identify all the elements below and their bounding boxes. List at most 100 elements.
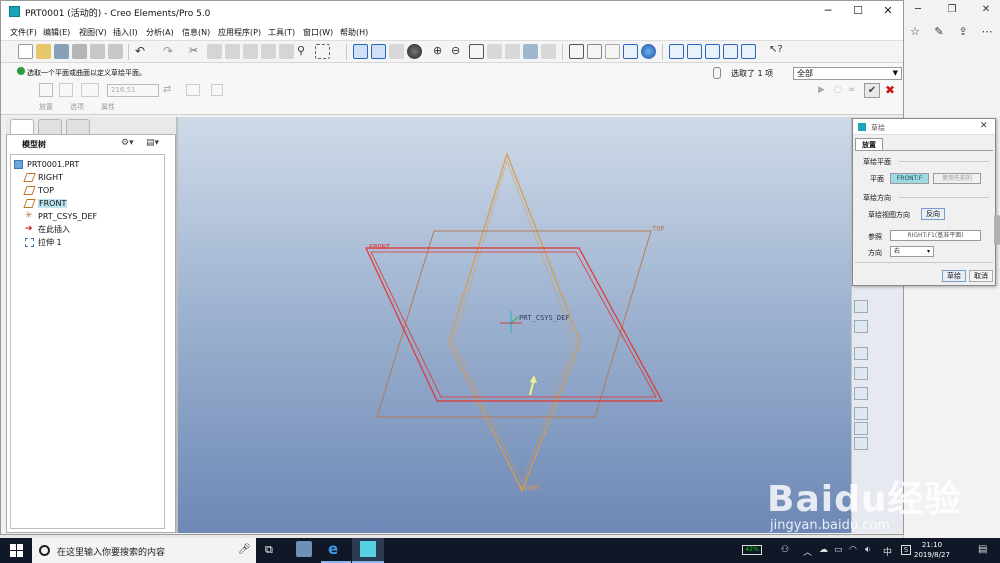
extrude-solid-icon[interactable] [39, 83, 53, 97]
revolve-tool-icon[interactable] [854, 422, 868, 435]
menu-help[interactable]: 帮助(H) [340, 27, 368, 38]
depth-option-icon[interactable] [81, 83, 99, 97]
taskbar-app-icon[interactable] [296, 541, 312, 557]
chamfer-tool-icon[interactable] [854, 407, 868, 420]
wireframe-icon[interactable] [569, 44, 584, 59]
rib-tool-icon[interactable] [854, 347, 868, 360]
microphone-icon[interactable]: 🎤︎ [238, 544, 251, 555]
reorient-icon[interactable] [487, 44, 502, 59]
paste-icon[interactable] [225, 44, 240, 59]
datum-axes-icon[interactable] [687, 44, 702, 59]
tab-options[interactable]: 选项 [70, 102, 84, 112]
battery-indicator[interactable]: 42% [742, 545, 762, 555]
model-tree-tab[interactable] [10, 119, 34, 134]
menu-file[interactable]: 文件(F) [10, 27, 37, 38]
enhanced-realism-icon[interactable] [641, 44, 656, 59]
hole-tool-icon[interactable] [854, 300, 868, 313]
share-icon[interactable]: ⇪ [952, 25, 974, 43]
remove-material-icon[interactable] [186, 84, 200, 96]
paste-special-icon[interactable] [243, 44, 258, 59]
task-view-icon[interactable]: ⧉ [265, 543, 273, 557]
shell-tool-icon[interactable] [854, 320, 868, 333]
favorites-tab[interactable] [66, 119, 90, 134]
no-hidden-icon[interactable] [605, 44, 620, 59]
tray-expand-icon[interactable]: ︿ [803, 545, 812, 558]
menu-view[interactable]: 视图(V) [79, 27, 107, 38]
flip-button[interactable]: 反向 [921, 208, 945, 220]
taskbar-clock[interactable]: 21:10 2019/8/27 [914, 540, 950, 560]
volume-icon[interactable]: 🔉︎ [865, 545, 871, 555]
datum-points-icon[interactable] [705, 44, 720, 59]
select-box-icon[interactable] [315, 44, 330, 59]
email-link-icon[interactable] [108, 44, 123, 59]
redo-icon[interactable]: ↷ [163, 44, 178, 59]
sketch-button[interactable]: 草绘 [942, 270, 966, 282]
copy-icon[interactable] [207, 44, 222, 59]
bg-scrollbar-thumb[interactable] [994, 215, 1000, 245]
flip-direction-icon[interactable]: ⇄ [163, 84, 171, 95]
tree-item-extrude[interactable]: 拉伸 1 [25, 236, 62, 248]
front-plane[interactable] [365, 247, 664, 402]
view-manager-icon[interactable] [541, 44, 556, 59]
save-icon[interactable] [54, 44, 69, 59]
tree-item-front[interactable]: FRONT [23, 197, 68, 209]
open-folder-icon[interactable] [36, 44, 51, 59]
hidden-line-icon[interactable] [587, 44, 602, 59]
undo-icon[interactable]: ↶ [135, 44, 150, 59]
network-icon[interactable]: ◠ [849, 545, 857, 555]
orient-mode-icon[interactable] [389, 44, 404, 59]
use-previous-button[interactable]: 使用先前的 [933, 173, 981, 184]
verify-icon[interactable]: ∞ [848, 85, 856, 95]
cut-icon[interactable]: ✂ [189, 44, 204, 59]
windows-start-icon[interactable] [10, 544, 23, 557]
datum-planes-icon[interactable] [669, 44, 684, 59]
extrude-surface-icon[interactable] [59, 83, 73, 97]
email-icon[interactable] [90, 44, 105, 59]
shading-icon[interactable] [623, 44, 638, 59]
battery-icon[interactable]: ▭ [834, 545, 843, 555]
repaint-icon[interactable] [353, 44, 368, 59]
layers-icon[interactable] [523, 44, 538, 59]
menu-window[interactable]: 窗口(W) [303, 27, 333, 38]
find-icon[interactable]: ⚲ [297, 44, 312, 59]
tree-item-insert-here[interactable]: ➔ 在此插入 [25, 223, 70, 235]
bg-close-icon[interactable]: ✕ [974, 4, 998, 18]
folder-browser-tab[interactable] [38, 119, 62, 134]
annotation-display-icon[interactable] [741, 44, 756, 59]
people-icon[interactable]: ⚇ [781, 545, 789, 555]
cancel-x-icon[interactable]: ✖ [885, 83, 895, 97]
menu-applications[interactable]: 应用程序(P) [218, 27, 261, 38]
minimize-icon[interactable]: ─ [813, 4, 843, 20]
dialog-close-icon[interactable]: ✕ [980, 121, 988, 131]
regen-manager-icon[interactable] [279, 44, 294, 59]
regenerate-icon[interactable] [261, 44, 276, 59]
orientation-select[interactable]: 右 ▾ [890, 246, 934, 257]
zoom-in-icon[interactable]: ⊕ [433, 44, 448, 59]
apply-check-icon[interactable]: ✔ [864, 83, 880, 98]
sweep-tool-icon[interactable] [854, 437, 868, 450]
close-icon[interactable]: ✕ [873, 4, 903, 20]
graphics-viewport[interactable]: FRONT TOP RIGHT PRT_CSYS_DEF [178, 117, 852, 533]
tree-show-icon[interactable]: ▤▾ [146, 138, 159, 148]
depth-input[interactable]: 216.51 [107, 84, 159, 97]
menu-analysis[interactable]: 分析(A) [146, 27, 174, 38]
context-help-icon[interactable]: ↖? [769, 44, 784, 59]
tab-properties[interactable]: 属性 [101, 102, 115, 112]
display-style-icon[interactable] [407, 44, 422, 59]
round-tool-icon[interactable] [854, 387, 868, 400]
onedrive-icon[interactable]: ☁ [819, 545, 828, 555]
tree-settings-icon[interactable]: ⚙▾ [121, 138, 134, 148]
plane-collector[interactable]: FRONT:F [890, 173, 929, 184]
cancel-button[interactable]: 取消 [969, 270, 993, 282]
bg-minimize-icon[interactable]: ─ [906, 4, 930, 18]
thicken-icon[interactable] [211, 84, 223, 96]
reference-collector[interactable]: RIGHT:F1(基准平面) [890, 230, 981, 241]
refit-icon[interactable] [469, 44, 484, 59]
spin-center-icon[interactable] [371, 44, 386, 59]
tree-item-part[interactable]: PRT0001.PRT [14, 158, 79, 170]
tree-item-csys[interactable]: ✳ PRT_CSYS_DEF [25, 210, 97, 222]
new-file-icon[interactable] [18, 44, 33, 59]
edge-browser-icon[interactable]: e [328, 541, 344, 557]
action-center-icon[interactable]: ▤ [978, 544, 987, 555]
more-icon[interactable]: ⋯ [976, 25, 998, 43]
